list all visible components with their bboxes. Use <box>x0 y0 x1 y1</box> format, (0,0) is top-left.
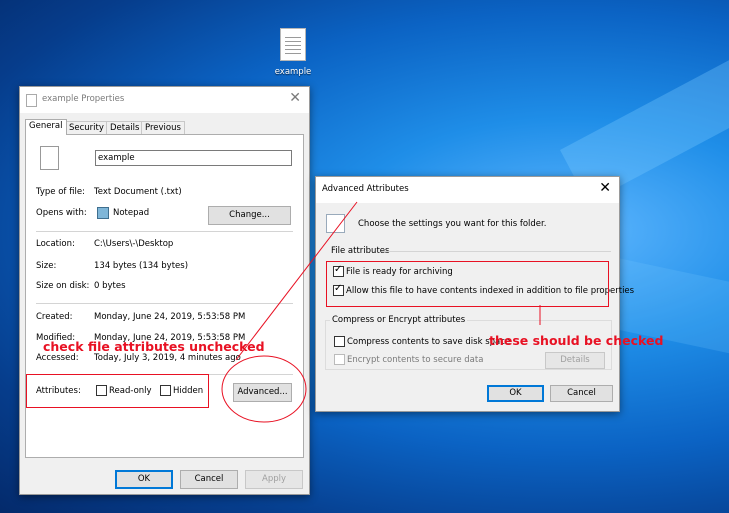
advanced-circle <box>221 355 307 423</box>
connector-line <box>235 201 358 361</box>
tab-general[interactable]: General <box>25 119 67 135</box>
annotation-overlay <box>221 201 541 423</box>
